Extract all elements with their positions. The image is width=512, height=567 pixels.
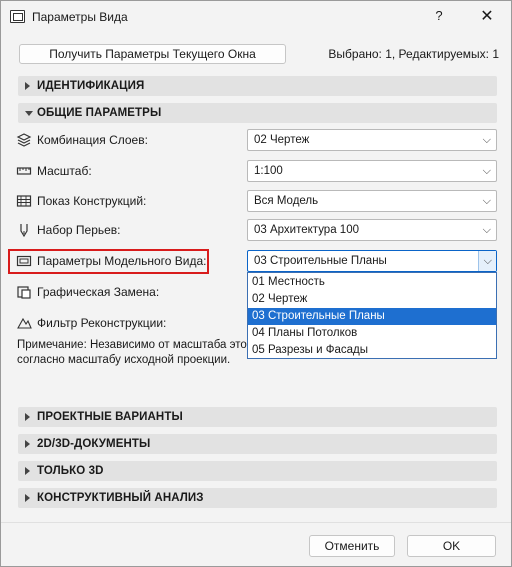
- section-3d-only[interactable]: ТОЛЬКО 3D: [18, 461, 497, 481]
- graphic-override-icon: [16, 284, 32, 300]
- section-design-options[interactable]: ПРОЕКТНЫЕ ВАРИАНТЫ: [18, 407, 497, 427]
- section-label: ОБЩИЕ ПАРАМЕТРЫ: [37, 107, 162, 119]
- layer-combination-value: 02 Чертеж: [254, 134, 310, 146]
- top-row: Получить Параметры Текущего Окна Выбрано…: [19, 44, 499, 64]
- dropdown-option-selected[interactable]: 03 Строительные Планы: [248, 308, 496, 325]
- layers-icon: [16, 132, 32, 148]
- section-label: ТОЛЬКО 3D: [37, 465, 104, 477]
- row-pen-set: Набор Перьев: 03 Архитектура 100 ⌵: [16, 219, 497, 241]
- model-view-label: Параметры Модельного Вида:: [37, 254, 207, 268]
- section-structural-analysis[interactable]: КОНСТРУКТИВНЫЙ АНАЛИЗ: [18, 488, 497, 508]
- collapse-arrow-icon: [25, 111, 33, 116]
- model-view-select[interactable]: 03 Строительные Планы ⌵: [247, 250, 497, 272]
- get-current-window-params-button[interactable]: Получить Параметры Текущего Окна: [19, 44, 286, 64]
- note-line-2: согласно масштабу исходной проекции.: [17, 354, 231, 366]
- close-button[interactable]: ✕: [479, 6, 495, 26]
- chevron-down-icon: ⌵: [482, 165, 491, 177]
- model-view-value: 03 Строительные Планы: [254, 255, 387, 267]
- scale-icon: [16, 163, 32, 179]
- graphic-override-label: Графическая Замена:: [37, 285, 160, 299]
- section-label: 2D/3D-ДОКУМЕНТЫ: [37, 438, 151, 450]
- chevron-down-icon: ⌵: [483, 255, 492, 267]
- model-view-icon: [16, 253, 32, 269]
- selection-status: Выбрано: 1, Редактируемых: 1: [328, 47, 499, 61]
- divider: [1, 522, 511, 523]
- pen-icon: [16, 222, 32, 238]
- section-general[interactable]: ОБЩИЕ ПАРАМЕТРЫ: [18, 103, 497, 123]
- renovation-filter-icon: [16, 315, 32, 331]
- structure-display-label: Показ Конструкций:: [37, 194, 147, 208]
- renovation-filter-label: Фильтр Реконструкции:: [37, 316, 167, 330]
- section-identification[interactable]: ИДЕНТИФИКАЦИЯ: [18, 76, 497, 96]
- expand-arrow-icon: [25, 82, 30, 90]
- model-view-dropdown-list: 01 Местность 02 Чертеж 03 Строительные П…: [247, 272, 497, 359]
- expand-arrow-icon: [25, 440, 30, 448]
- row-structure-display: Показ Конструкций: Вся Модель ⌵: [16, 190, 497, 212]
- row-scale: Масштаб: 1:100 ⌵: [16, 160, 497, 182]
- expand-arrow-icon: [25, 413, 30, 421]
- help-button[interactable]: ?: [431, 8, 447, 23]
- section-label: КОНСТРУКТИВНЫЙ АНАЛИЗ: [37, 492, 204, 504]
- chevron-down-icon: ⌵: [482, 134, 491, 146]
- structure-icon: [16, 193, 32, 209]
- row-model-view: Параметры Модельного Вида: 03 Строительн…: [16, 250, 497, 272]
- dropdown-option[interactable]: 04 Планы Потолков: [248, 325, 496, 342]
- note-text: Примечание: Независимо от масштаба это с…: [17, 338, 247, 368]
- layer-combination-label: Комбинация Слоев:: [37, 133, 148, 147]
- structure-display-value: Вся Модель: [254, 195, 319, 207]
- scale-label: Масштаб:: [37, 164, 92, 178]
- layer-combination-select[interactable]: 02 Чертеж ⌵: [247, 129, 497, 151]
- window-icon: [10, 10, 25, 23]
- expand-arrow-icon: [25, 467, 30, 475]
- chevron-down-icon: ⌵: [482, 195, 491, 207]
- section-label: ПРОЕКТНЫЕ ВАРИАНТЫ: [37, 411, 183, 423]
- section-label: ИДЕНТИФИКАЦИЯ: [37, 80, 145, 92]
- scale-value: 1:100: [254, 165, 283, 177]
- scale-select[interactable]: 1:100 ⌵: [247, 160, 497, 182]
- note-line-1: Примечание: Независимо от масштаба это: [17, 339, 247, 351]
- pen-set-value: 03 Архитектура 100: [254, 224, 359, 236]
- window-title: Параметры Вида: [32, 10, 128, 24]
- title-bar: Параметры Вида ? ✕: [1, 1, 511, 33]
- structure-display-select[interactable]: Вся Модель ⌵: [247, 190, 497, 212]
- pen-set-select[interactable]: 03 Архитектура 100 ⌵: [247, 219, 497, 241]
- expand-arrow-icon: [25, 494, 30, 502]
- chevron-down-icon: ⌵: [482, 224, 491, 236]
- ok-button[interactable]: OK: [407, 535, 496, 557]
- dropdown-option[interactable]: 02 Чертеж: [248, 291, 496, 308]
- cancel-button[interactable]: Отменить: [309, 535, 395, 557]
- pen-set-label: Набор Перьев:: [37, 223, 121, 237]
- dropdown-option[interactable]: 05 Разрезы и Фасады: [248, 342, 496, 359]
- dropdown-option[interactable]: 01 Местность: [248, 274, 496, 291]
- view-settings-dialog: Параметры Вида ? ✕ Получить Параметры Те…: [0, 0, 512, 567]
- row-layer-combination: Комбинация Слоев: 02 Чертеж ⌵: [16, 129, 497, 151]
- section-2d3d-documents[interactable]: 2D/3D-ДОКУМЕНТЫ: [18, 434, 497, 454]
